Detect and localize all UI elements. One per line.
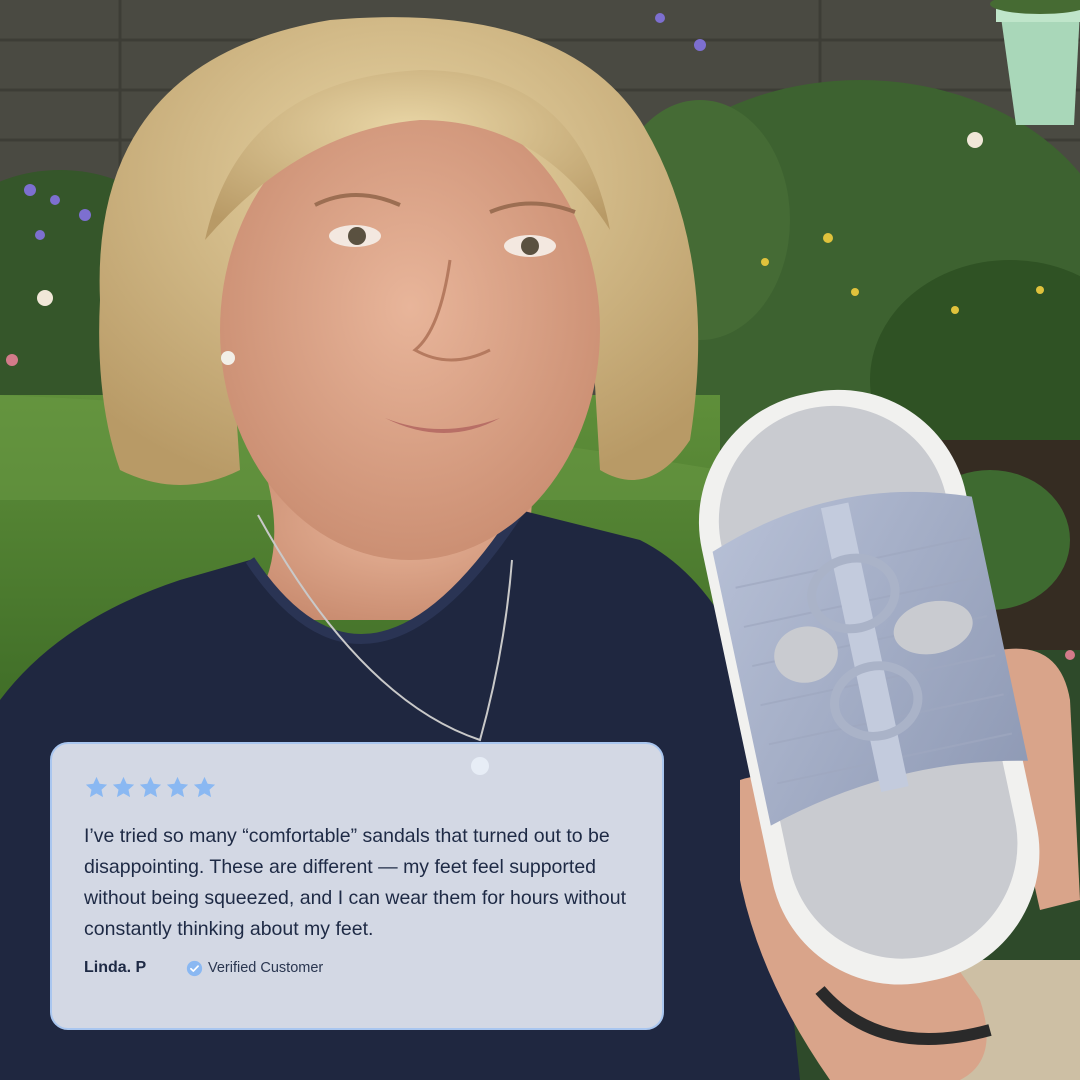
author-name: Linda. P	[84, 959, 147, 976]
testimonial-graphic: I’ve tried so many “comfortable” sandals…	[0, 0, 1080, 1080]
star-icon	[165, 775, 190, 800]
star-icon	[192, 775, 217, 800]
star-icon	[138, 775, 163, 800]
review-card: I’ve tried so many “comfortable” sandals…	[50, 742, 664, 1030]
review-author-row: Linda. P Verified Customer	[84, 959, 630, 977]
star-icon	[84, 775, 109, 800]
star-icon	[111, 775, 136, 800]
check-badge-icon	[186, 960, 203, 977]
review-text: I’ve tried so many “comfortable” sandals…	[84, 825, 626, 940]
verified-customer-label: Verified Customer	[208, 960, 324, 976]
star-rating	[84, 772, 630, 802]
